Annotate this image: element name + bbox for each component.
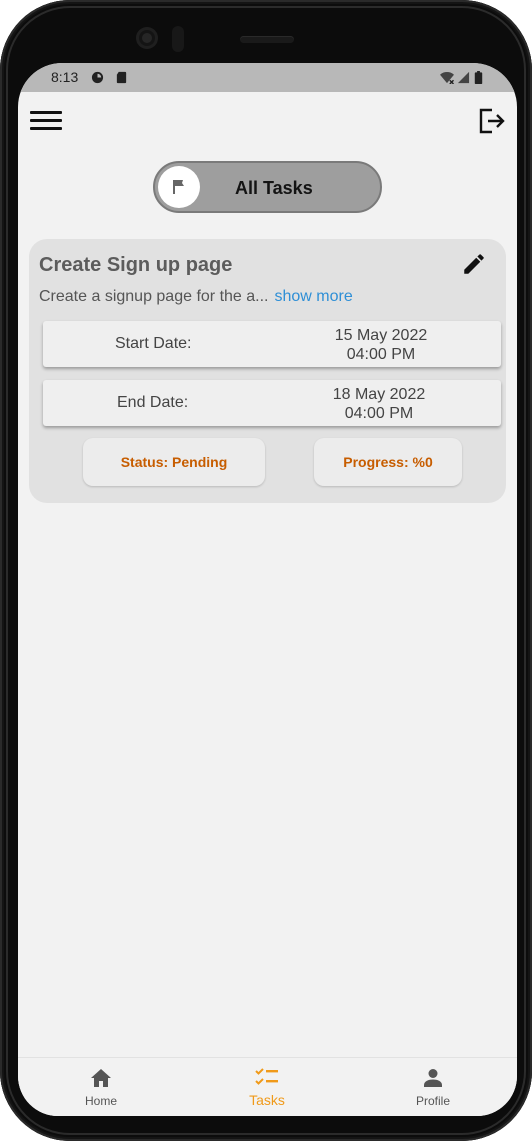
person-icon: [424, 1069, 442, 1087]
end-date-row: End Date: 18 May 2022 04:00 PM: [43, 380, 501, 426]
end-date-value: 18 May 2022 04:00 PM: [299, 385, 459, 423]
proximity-sensor: [172, 26, 184, 52]
status-time: 8:13: [51, 69, 79, 85]
app-bar: [18, 92, 517, 152]
task-title: Create Sign up page: [39, 254, 233, 276]
nav-label-home: Home: [84, 1094, 117, 1108]
start-date-value: 15 May 2022 04:00 PM: [301, 326, 461, 364]
tasks-checklist-icon: [255, 1068, 278, 1085]
app-screen: 8:13 All Tasks Create Sign up page Creat…: [18, 63, 517, 1116]
nav-label-tasks: Tasks: [249, 1092, 285, 1108]
signal-icon: [457, 71, 470, 84]
menu-button[interactable]: [30, 108, 64, 134]
logout-button[interactable]: [476, 106, 506, 136]
task-description-text: Create a signup page for the a...: [39, 288, 269, 305]
earpiece-speaker: [240, 36, 294, 43]
start-date-label: Start Date:: [115, 335, 192, 352]
start-date-day: 15 May 2022: [334, 327, 428, 344]
hamburger-icon: [30, 111, 62, 114]
status-badge: Status: Pending: [83, 438, 265, 486]
progress-badge: Progress: %0: [314, 438, 462, 486]
start-date-time: 04:00 PM: [346, 346, 416, 363]
status-bar: 8:13: [18, 63, 517, 92]
hamburger-icon-bar: [30, 127, 62, 130]
sd-card-icon: [116, 71, 127, 84]
nav-label-profile: Profile: [415, 1094, 450, 1108]
hamburger-icon-bar: [30, 119, 62, 122]
end-date-day: 18 May 2022: [332, 386, 426, 403]
end-date-time: 04:00 PM: [344, 405, 414, 422]
wifi-icon: [440, 71, 454, 84]
nav-item-profile[interactable]: Profile: [378, 1058, 488, 1116]
edit-task-button[interactable]: [461, 251, 487, 277]
filter-knob: [158, 166, 200, 208]
end-date-label: End Date:: [117, 394, 189, 411]
phone-frame: 8:13 All Tasks Create Sign up page Creat…: [0, 0, 532, 1141]
filter-label: All Tasks: [235, 178, 313, 198]
home-icon: [91, 1069, 111, 1087]
edit-icon: [464, 254, 484, 274]
task-filter-toggle[interactable]: All Tasks: [153, 161, 382, 213]
show-more-link[interactable]: show more: [274, 288, 352, 305]
nav-item-home[interactable]: Home: [46, 1058, 156, 1116]
battery-icon: [474, 71, 483, 84]
start-date-row: Start Date: 15 May 2022 04:00 PM: [43, 321, 501, 367]
data-saver-icon: [91, 71, 104, 84]
front-camera: [136, 27, 158, 49]
bottom-navigation: Home Tasks Profile: [18, 1057, 517, 1116]
task-description: Create a signup page for the a... show mo…: [39, 288, 353, 306]
task-card[interactable]: Create Sign up page Create a signup page…: [29, 239, 506, 503]
flag-icon: [173, 180, 184, 194]
logout-icon: [479, 108, 505, 134]
nav-item-tasks[interactable]: Tasks: [212, 1058, 322, 1116]
